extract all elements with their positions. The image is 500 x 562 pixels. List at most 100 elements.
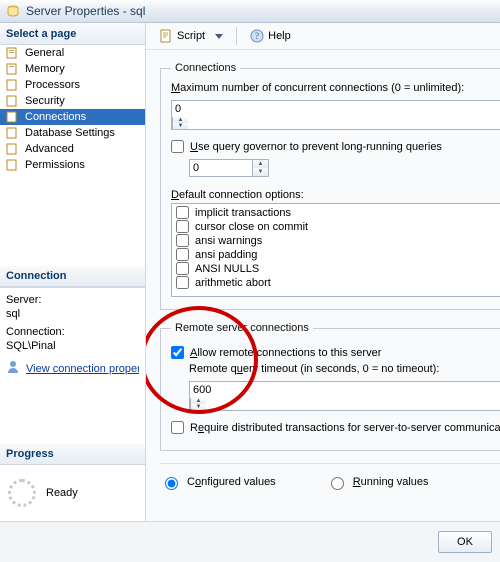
- sidebar-item-permissions[interactable]: Permissions: [0, 157, 145, 173]
- connection-info: Server: sql Connection: SQL\Pinal View c…: [0, 287, 145, 443]
- help-icon: ?: [250, 29, 264, 43]
- connection-header: Connection: [0, 265, 145, 287]
- default-options-list[interactable]: implicit transactions cursor close on co…: [171, 203, 500, 297]
- opt-ansi-warnings[interactable]: [176, 234, 189, 247]
- sidebar-item-label: Processors: [25, 79, 80, 91]
- remote-group: Remote server connections Allow remote c…: [160, 322, 500, 451]
- sidebar-item-label: Security: [25, 95, 65, 107]
- configured-values-input[interactable]: [165, 477, 178, 490]
- spin-up-icon[interactable]: ▲: [253, 160, 268, 168]
- spin-down-icon[interactable]: ▼: [253, 168, 268, 176]
- use-query-governor-checkbox[interactable]: [171, 140, 184, 153]
- sidebar-item-general[interactable]: General: [0, 45, 145, 61]
- select-page-header: Select a page: [0, 23, 145, 45]
- use-query-governor-label: Use query governor to prevent long-runni…: [190, 141, 442, 153]
- content-area: Connections MMaximum number of concurren…: [146, 50, 500, 521]
- page-icon: [6, 143, 20, 155]
- sidebar-item-database-settings[interactable]: Database Settings: [0, 125, 145, 141]
- configured-values-radio[interactable]: Configured values Configured values: [160, 474, 276, 490]
- spin-down-icon[interactable]: ▼: [173, 123, 188, 129]
- ok-button[interactable]: OK: [438, 531, 492, 553]
- page-tree: General Memory Processors Security Conne…: [0, 45, 145, 265]
- remote-timeout-stepper[interactable]: ▲▼: [189, 381, 500, 411]
- sidebar-item-security[interactable]: Security: [0, 93, 145, 109]
- opt-label: ansi warnings: [195, 235, 262, 247]
- running-values-label: Running values: [353, 476, 429, 488]
- opt-cursor-close[interactable]: [176, 220, 189, 233]
- configured-values-label: Configured values: [187, 476, 276, 488]
- sidebar-item-label: Permissions: [25, 159, 85, 171]
- sidebar-item-label: Memory: [25, 63, 65, 75]
- max-connections-input[interactable]: [172, 101, 234, 117]
- opt-label: arithmetic abort: [195, 277, 271, 289]
- window-title: Server Properties - sql: [26, 4, 145, 18]
- chevron-down-icon: [215, 34, 223, 39]
- progress-status: Ready: [46, 487, 78, 499]
- query-governor-input[interactable]: [190, 160, 252, 176]
- server-label: Server:: [6, 294, 139, 306]
- spin-down-icon[interactable]: ▼: [191, 404, 206, 410]
- app-icon: [6, 4, 20, 18]
- page-icon: [6, 63, 20, 75]
- allow-remote-label: Allow remote connections to this server: [190, 347, 381, 359]
- opt-label: ansi padding: [195, 249, 257, 261]
- page-icon: [6, 159, 20, 171]
- running-values-radio[interactable]: Running values Running values: [326, 474, 429, 490]
- dialog-button-bar: OK: [0, 521, 500, 562]
- toolbar: Script ? Help: [146, 23, 500, 50]
- page-icon: [6, 47, 20, 59]
- opt-label: implicit transactions: [195, 207, 291, 219]
- opt-label: cursor close on commit: [195, 221, 308, 233]
- progress-header: Progress: [0, 443, 145, 465]
- connection-label: Connection:: [6, 326, 139, 338]
- sidebar-item-label: General: [25, 47, 64, 59]
- title-bar: Server Properties - sql: [0, 0, 500, 23]
- page-icon: [6, 127, 20, 139]
- help-label: Help: [268, 30, 291, 42]
- connections-legend: Connections: [171, 62, 240, 74]
- opt-label: ANSI NULLS: [195, 263, 259, 275]
- view-connection-properties-link[interactable]: View connection properties: [26, 363, 139, 375]
- connection-value: SQL\Pinal: [6, 340, 139, 352]
- server-value: sql: [6, 308, 139, 320]
- running-values-input[interactable]: [331, 477, 344, 490]
- opt-arithmetic-abort[interactable]: [176, 276, 189, 289]
- sidebar-item-processors[interactable]: Processors: [0, 77, 145, 93]
- progress-panel: Ready: [0, 465, 145, 521]
- remote-legend: Remote server connections: [171, 322, 313, 334]
- svg-text:?: ?: [255, 31, 259, 41]
- page-icon: [6, 95, 20, 107]
- opt-implicit-transactions[interactable]: [176, 206, 189, 219]
- require-distributed-checkbox[interactable]: [171, 421, 184, 434]
- sidebar-item-label: Advanced: [25, 143, 74, 155]
- script-icon: [159, 29, 173, 43]
- sidebar-item-memory[interactable]: Memory: [0, 61, 145, 77]
- main-layout: Select a page General Memory Processors …: [0, 23, 500, 521]
- progress-spinner-icon: [8, 479, 36, 507]
- allow-remote-checkbox[interactable]: [171, 346, 184, 359]
- opt-ansi-nulls[interactable]: [176, 262, 189, 275]
- user-icon: [6, 360, 20, 377]
- script-label: Script: [177, 30, 205, 42]
- query-governor-stepper[interactable]: ▲▼: [189, 159, 269, 177]
- toolbar-separator: [236, 27, 237, 45]
- right-panel: Script ? Help Connections MMaximum numbe…: [146, 23, 500, 521]
- divider: [160, 463, 500, 464]
- require-distributed-label: Require distributed transactions for ser…: [190, 422, 500, 434]
- opt-ansi-padding[interactable]: [176, 248, 189, 261]
- max-connections-label: MMaximum number of concurrent connection…: [171, 82, 500, 94]
- connections-group: Connections MMaximum number of concurren…: [160, 62, 500, 310]
- default-options-label: Default connection options: Default conn…: [171, 189, 500, 201]
- sidebar-item-label: Connections: [25, 111, 86, 123]
- sidebar-item-label: Database Settings: [25, 127, 115, 139]
- max-connections-stepper[interactable]: ▲▼: [171, 100, 500, 130]
- help-button[interactable]: ? Help: [245, 26, 296, 46]
- remote-timeout-input[interactable]: [190, 382, 252, 398]
- remote-timeout-label: Remote query timeout (in seconds, 0 = no…: [189, 363, 500, 375]
- script-button[interactable]: Script: [154, 26, 228, 46]
- sidebar-item-advanced[interactable]: Advanced: [0, 141, 145, 157]
- sidebar-item-connections[interactable]: Connections: [0, 109, 145, 125]
- page-icon: [6, 111, 20, 123]
- left-panel: Select a page General Memory Processors …: [0, 23, 146, 521]
- page-icon: [6, 79, 20, 91]
